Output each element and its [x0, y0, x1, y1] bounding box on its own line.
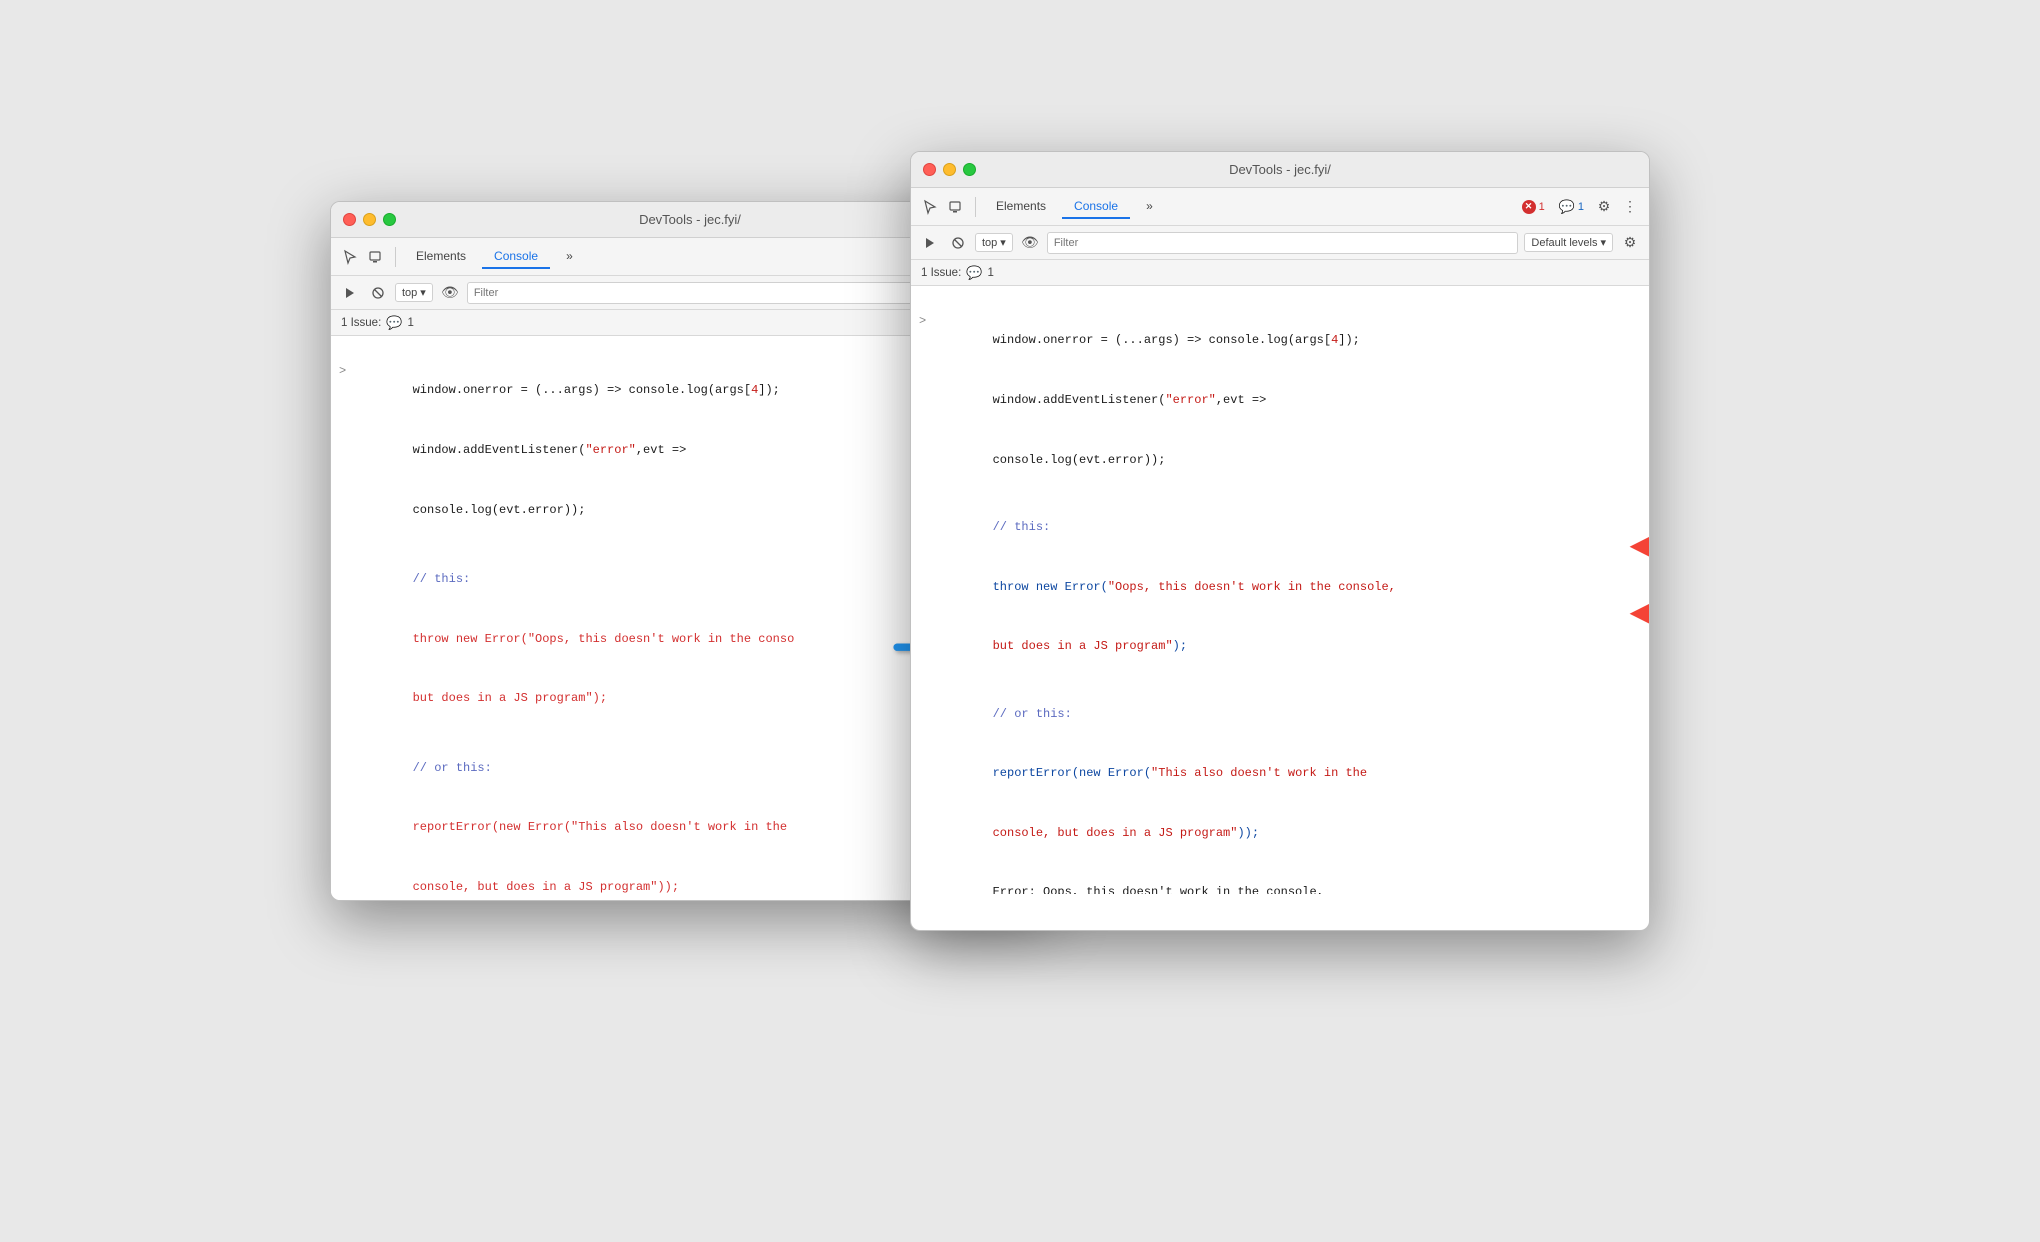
cursor-tool-icon-bg[interactable] — [339, 246, 361, 268]
fg-line-3: console.log(evt.error)); — [911, 430, 1649, 490]
foreground-devtools-window: DevTools - jec.fyi/ Elements Console » ✕… — [910, 151, 1650, 931]
close-button-bg[interactable] — [343, 213, 356, 226]
titlebar-fg: DevTools - jec.fyi/ — [911, 152, 1649, 188]
scene: DevTools - jec.fyi/ Elements Console » ✕… — [330, 121, 1710, 1121]
eye-icon-bg[interactable]: 👁 — [439, 282, 461, 304]
info-badge-fg: 💬 1 — [1554, 198, 1589, 216]
device-tool-icon-bg[interactable] — [365, 246, 387, 268]
error-icon-fg: ✕ — [1522, 200, 1536, 214]
console-toolbar-fg: top ▾ 👁 Default levels ▾ ⚙ — [911, 226, 1649, 260]
traffic-lights-bg — [343, 213, 396, 226]
minimize-button-bg[interactable] — [363, 213, 376, 226]
fg-throw-1: throw new Error("Oops, this doesn't work… — [911, 557, 1649, 617]
minimize-button-fg[interactable] — [943, 163, 956, 176]
tab-console-bg[interactable]: Console — [482, 245, 550, 269]
error-badge-fg: ✕ 1 — [1517, 199, 1550, 215]
fg-comment-1: // this: — [911, 498, 1649, 558]
tab-more-bg[interactable]: » — [554, 245, 585, 269]
issue-chat-icon-bg: 💬 — [386, 315, 402, 331]
separator-bg — [395, 247, 396, 267]
device-tool-icon-fg[interactable] — [945, 196, 967, 218]
fg-line-1: > window.onerror = (...args) => console.… — [911, 292, 1649, 371]
close-button-fg[interactable] — [923, 163, 936, 176]
tab-elements-fg[interactable]: Elements — [984, 195, 1058, 219]
main-toolbar-fg: Elements Console » ✕ 1 💬 1 ⚙ ⋮ — [911, 188, 1649, 226]
window-title-bg: DevTools - jec.fyi/ — [639, 212, 741, 227]
eye-icon-fg[interactable]: 👁 — [1019, 232, 1041, 254]
levels-dropdown-fg[interactable]: Default levels ▾ — [1524, 233, 1613, 252]
play-icon-bg[interactable] — [339, 282, 361, 304]
block-icon-bg[interactable] — [367, 282, 389, 304]
fg-report-1: reportError(new Error("This also doesn't… — [911, 744, 1649, 804]
fg-comment-2: // or this: — [911, 685, 1649, 745]
traffic-lights-fg — [923, 163, 976, 176]
more-icon-fg[interactable]: ⋮ — [1619, 196, 1641, 218]
fg-line-2: window.addEventListener("error",evt => — [911, 371, 1649, 431]
fg-info-1: Error: Oops, this doesn't work in the co… — [911, 863, 1649, 894]
fg-report-2: console, but does in a JS program")); — [911, 804, 1649, 864]
separator-fg — [975, 197, 976, 217]
red-arrow-1: ◀ — [1629, 528, 1650, 561]
tab-more-fg[interactable]: » — [1134, 195, 1165, 219]
play-icon-fg[interactable] — [919, 232, 941, 254]
maximize-button-bg[interactable] — [383, 213, 396, 226]
filter-input-bg[interactable] — [467, 282, 947, 304]
top-dropdown-fg[interactable]: top ▾ — [975, 233, 1013, 252]
top-dropdown-bg[interactable]: top ▾ — [395, 283, 433, 302]
window-title-fg: DevTools - jec.fyi/ — [1229, 162, 1331, 177]
info-icon-fg: 💬 — [1559, 199, 1575, 215]
tab-elements-bg[interactable]: Elements — [404, 245, 478, 269]
red-arrow-2: ◀ — [1629, 595, 1650, 628]
issue-bar-fg: 1 Issue: 💬 1 — [911, 260, 1649, 286]
console-content-fg: > window.onerror = (...args) => console.… — [911, 286, 1649, 894]
cursor-tool-icon-fg[interactable] — [919, 196, 941, 218]
maximize-button-fg[interactable] — [963, 163, 976, 176]
filter-input-fg[interactable] — [1047, 232, 1519, 254]
settings-icon-fg2[interactable]: ⚙ — [1619, 232, 1641, 254]
tab-console-fg[interactable]: Console — [1062, 195, 1130, 219]
block-icon-fg[interactable] — [947, 232, 969, 254]
fg-throw-2: but does in a JS program"); — [911, 617, 1649, 677]
settings-icon-fg[interactable]: ⚙ — [1593, 196, 1615, 218]
issue-chat-icon-fg: 💬 — [966, 265, 982, 281]
